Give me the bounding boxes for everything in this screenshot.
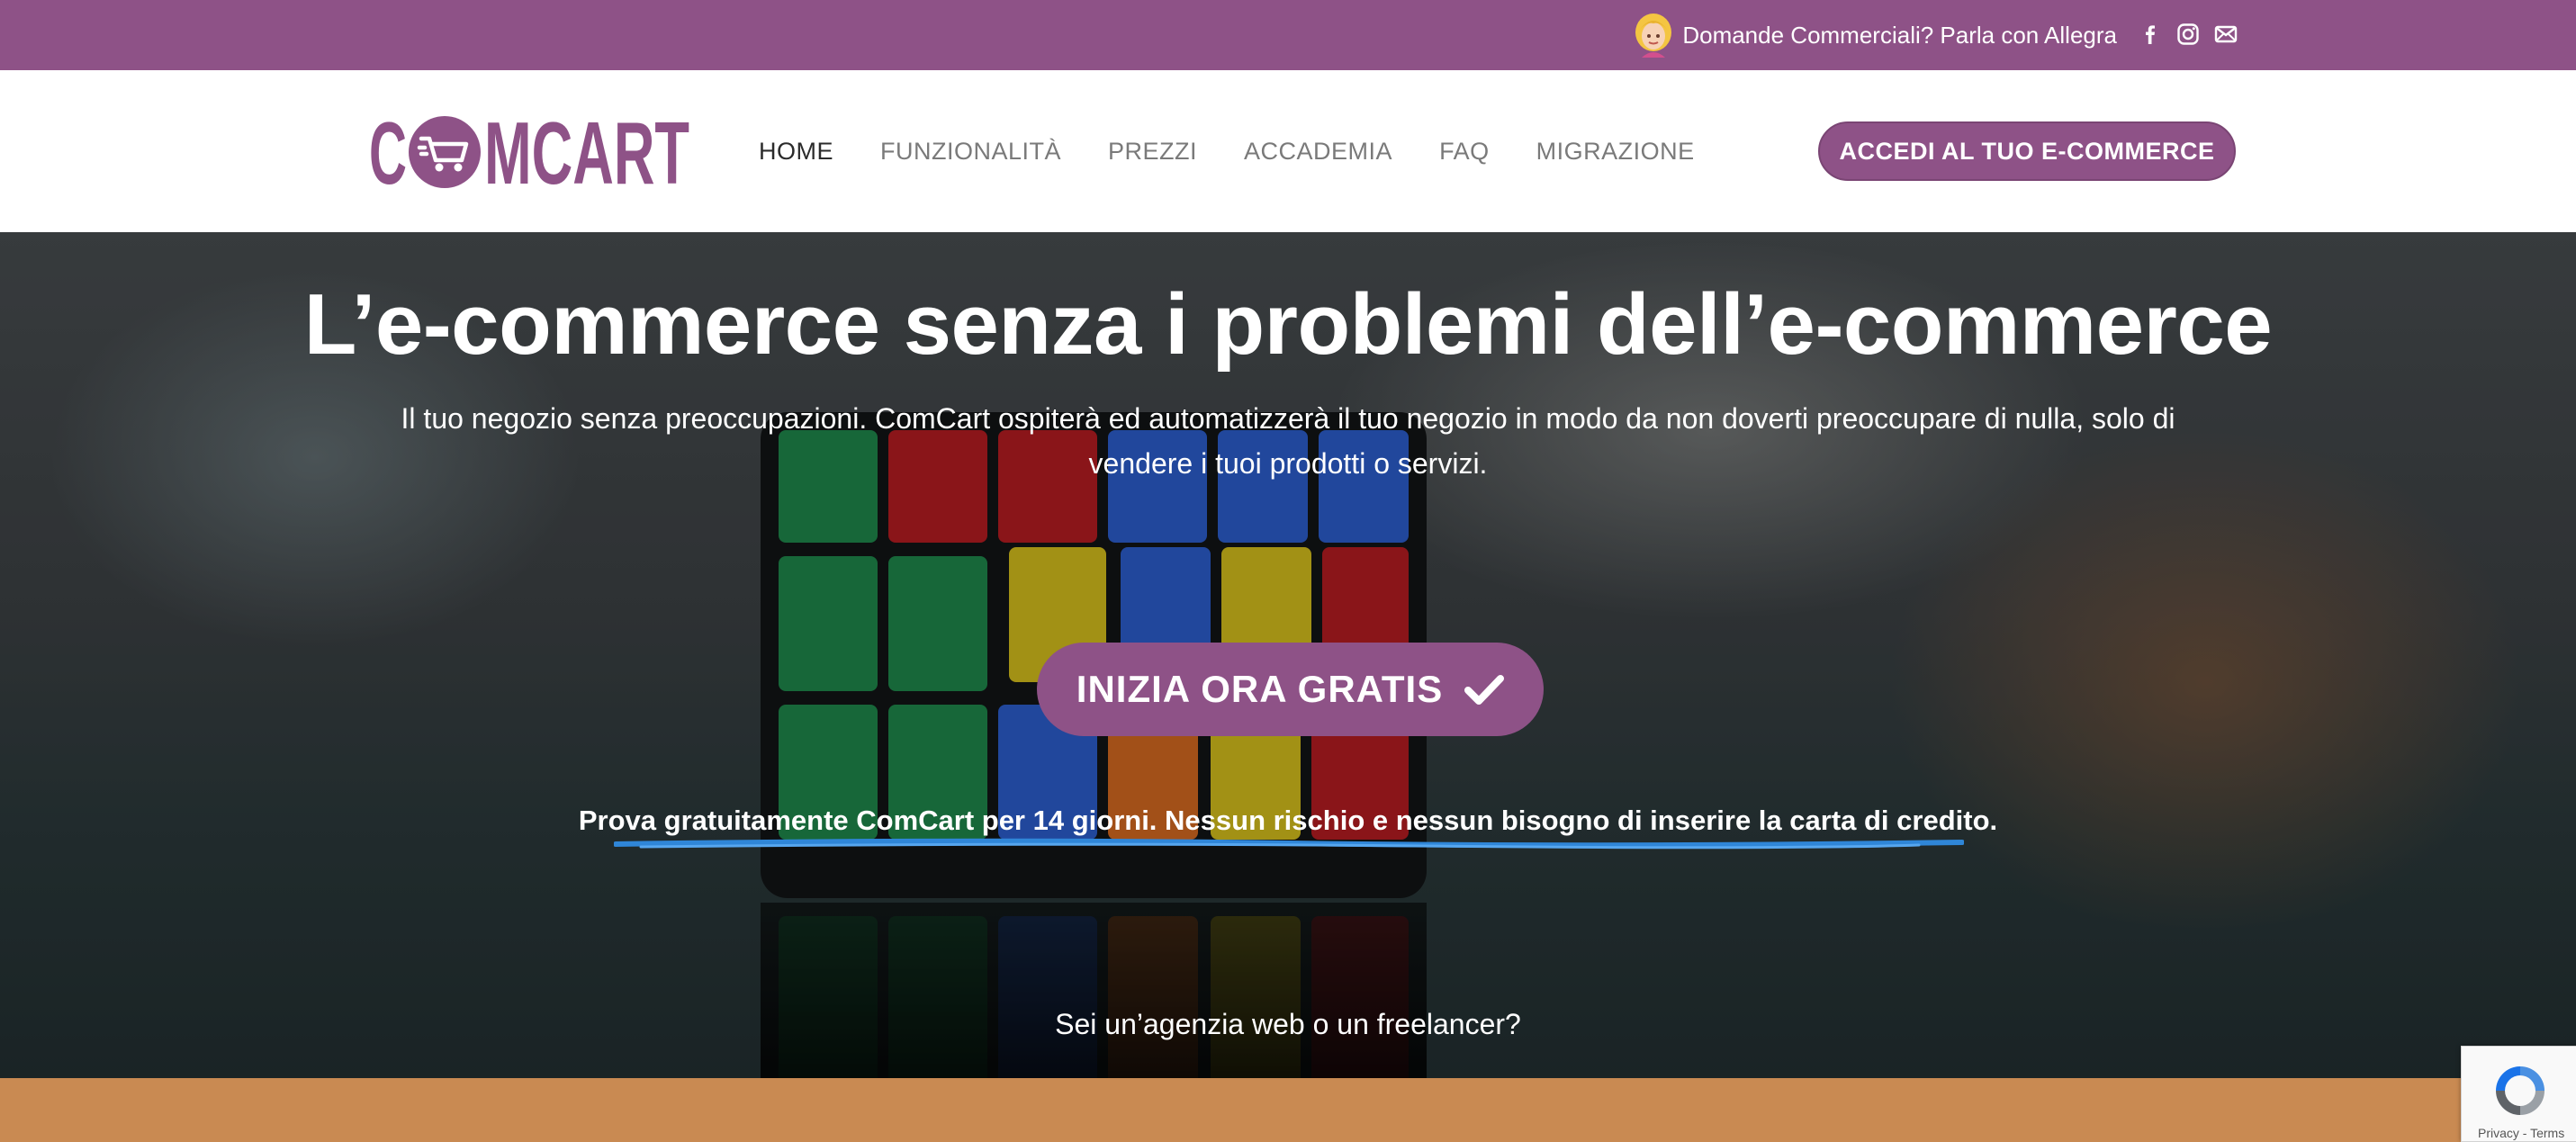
recaptcha-badge[interactable]: Privacy - Terms <box>2461 1046 2576 1142</box>
sales-contact[interactable]: Domande Commerciali? Parla con Allegra <box>1634 0 2117 70</box>
hero-section: L’e-commerce senza i problemi dell’e-com… <box>0 232 2576 1078</box>
recaptcha-icon <box>2496 1066 2544 1115</box>
nav-item-home[interactable]: HOME <box>759 138 833 166</box>
recaptcha-terms[interactable]: Privacy - Terms <box>2478 1126 2564 1140</box>
site-header: C MCART HOME FUNZIONALITÀ PREZZI ACCADEM… <box>0 70 2576 232</box>
hero-title: L’e-commerce senza i problemi dell’e-com… <box>303 276 2273 373</box>
nav-item-migrazione[interactable]: MIGRAZIONE <box>1536 138 1695 166</box>
sales-contact-text: Domande Commerciali? Parla con Allegra <box>1682 21 2117 49</box>
next-section-band <box>0 1078 2576 1142</box>
comcart-logo[interactable]: C MCART <box>369 103 689 202</box>
allegra-avatar-icon <box>1634 13 1673 58</box>
svg-text:C: C <box>369 113 407 191</box>
nav-item-faq[interactable]: FAQ <box>1439 138 1490 166</box>
social-links <box>2139 18 2238 50</box>
agency-link[interactable]: Sei un’agenzia web o un freelancer? <box>0 1008 2576 1041</box>
login-button[interactable]: ACCEDI AL TUO E-COMMERCE <box>1818 121 2236 181</box>
svg-text:MCART: MCART <box>484 113 689 191</box>
nav-item-prezzi[interactable]: PREZZI <box>1108 138 1197 166</box>
nav-item-funzionalita[interactable]: FUNZIONALITÀ <box>880 138 1061 166</box>
brush-underline <box>614 838 1964 850</box>
mail-icon[interactable] <box>2214 22 2238 46</box>
instagram-icon[interactable] <box>2176 22 2200 46</box>
top-bar: Domande Commerciali? Parla con Allegra <box>0 0 2576 70</box>
facebook-icon[interactable] <box>2139 22 2162 46</box>
trial-text: Prova gratuitamente ComCart per 14 giorn… <box>578 805 1998 836</box>
start-free-label: INIZIA ORA GRATIS <box>1076 668 1444 710</box>
main-nav: HOME FUNZIONALITÀ PREZZI ACCADEMIA FAQ M… <box>759 70 1695 232</box>
hero-subtitle: Il tuo negozio senza preoccupazioni. Com… <box>401 402 2175 480</box>
checkmark-icon <box>1464 675 1505 705</box>
start-free-button[interactable]: INIZIA ORA GRATIS <box>1037 643 1544 736</box>
nav-item-accademia[interactable]: ACCADEMIA <box>1244 138 1392 166</box>
